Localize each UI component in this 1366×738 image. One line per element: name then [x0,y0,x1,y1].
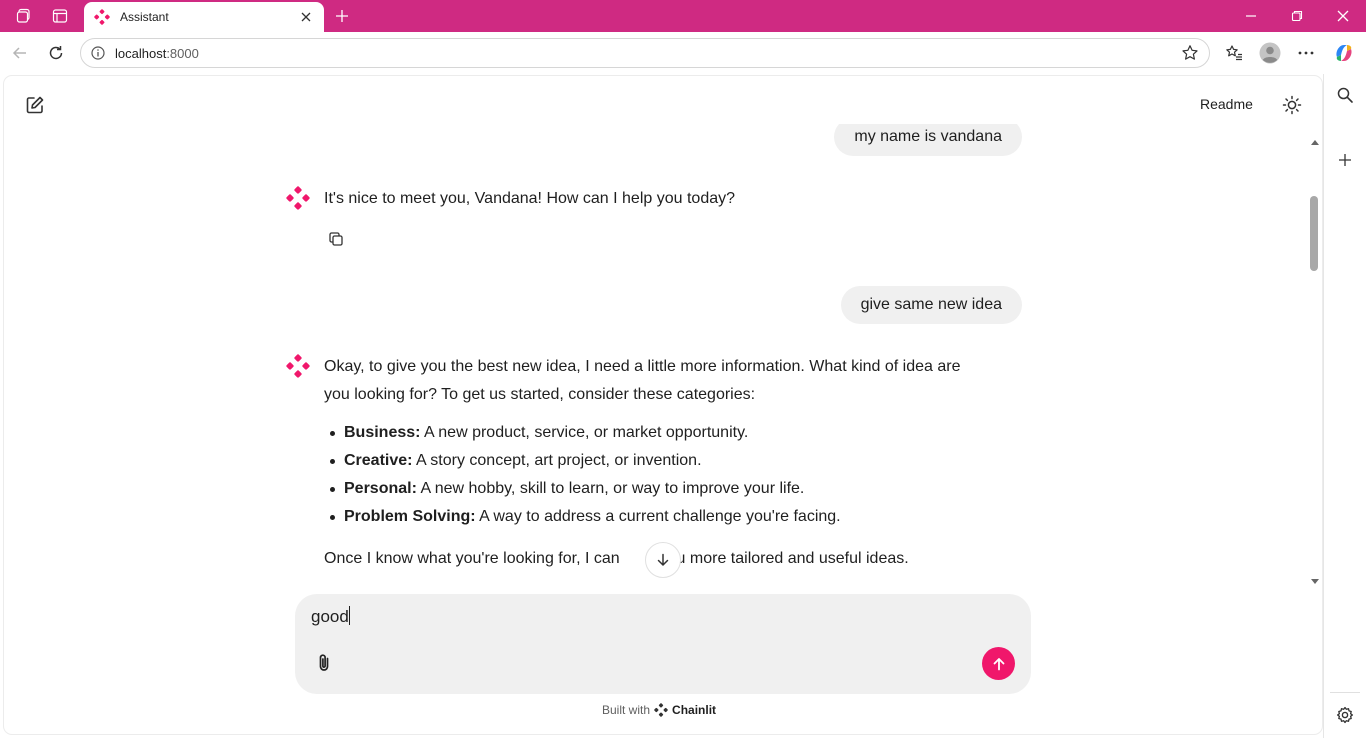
site-info-icon[interactable] [91,46,105,60]
category-desc: A new product, service, or market opport… [420,424,749,441]
category-name: Business: [344,424,421,441]
url-text: localhost:8000 [115,46,1181,61]
profile-avatar-icon[interactable] [1257,40,1283,66]
arrow-down-icon [657,553,669,566]
browser-titlebar: Assistant [0,0,1366,32]
category-name: Problem Solving: [344,508,476,525]
list-item: Personal: A new hobby, skill to learn, o… [324,475,1024,503]
web-page: Readme my name is vandana It's nice to m… [4,76,1322,734]
address-bar[interactable]: localhost:8000 [80,38,1210,68]
more-options-icon[interactable] [1293,40,1319,66]
chainlit-logo-icon [654,703,668,717]
scrollbar-thumb[interactable] [1310,196,1318,271]
assistant-message-line: Okay, to give you the best new idea, I n… [324,358,961,375]
minimize-icon[interactable] [1228,0,1274,32]
tab-title: Assistant [120,10,169,24]
chainlit-favicon-icon [94,9,110,25]
list-item: Creative: A story concept, art project, … [324,447,1024,475]
readme-button[interactable]: Readme [1200,96,1253,112]
close-window-icon[interactable] [1320,0,1366,32]
message-input[interactable]: good [311,606,350,627]
browser-toolbar: localhost:8000 [0,32,1366,74]
message-composer: good [295,594,1031,694]
category-desc: A story concept, art project, or inventi… [412,452,702,469]
user-message: give same new idea [840,286,1022,324]
chainlit-brand-link[interactable]: Chainlit [672,703,716,717]
text-caret [348,606,350,625]
assistant-avatar-icon [286,354,310,378]
chat-thread: my name is vandana It's nice to meet you… [4,124,1304,588]
assistant-message: Okay, to give you the best new idea, I n… [324,353,1024,409]
message-input-value: good [311,607,349,626]
theme-toggle-sun-icon[interactable] [1281,94,1303,116]
list-item: Business: A new product, service, or mar… [324,419,1024,447]
copy-icon[interactable] [327,230,345,248]
category-name: Creative: [344,452,413,469]
workspaces-icon[interactable] [14,6,34,26]
scroll-up-arrow-icon[interactable] [1310,138,1320,146]
new-chat-icon[interactable] [24,94,46,116]
tab-actions-icon[interactable] [50,6,70,26]
assistant-message: It's nice to meet you, Vandana! How can … [324,190,736,207]
url-port: :8000 [166,45,199,61]
browser-sidebar [1323,74,1366,738]
category-desc: A new hobby, skill to learn, or way to i… [416,480,805,497]
assistant-avatar-icon [286,186,310,210]
scroll-to-bottom-button[interactable] [645,542,681,578]
closing-text-after: you more tailored and useful ideas. [659,550,909,567]
favorites-icon[interactable] [1221,40,1247,66]
copy-icon[interactable] [327,586,345,588]
user-message: my name is vandana [834,124,1022,156]
built-with-text: Built with [602,703,651,717]
settings-gear-icon[interactable] [1334,704,1356,726]
restore-icon[interactable] [1274,0,1320,32]
closing-text-before: Once I know what you're looking for, I c… [324,550,620,567]
list-item: Problem Solving: A way to address a curr… [324,503,1024,531]
new-tab-icon[interactable] [332,6,352,26]
favorite-star-icon[interactable] [1181,44,1199,62]
built-with-footer: Built with Chainlit [602,703,716,717]
add-sidebar-app-icon[interactable] [1334,149,1356,171]
copilot-icon[interactable] [1331,40,1357,66]
scroll-down-arrow-icon[interactable] [1310,578,1320,586]
close-tab-icon[interactable] [298,9,314,25]
search-icon[interactable] [1334,84,1356,106]
back-icon[interactable] [7,40,33,66]
category-list: Business: A new product, service, or mar… [324,419,1024,531]
tab-assistant[interactable]: Assistant [84,2,324,32]
send-button[interactable] [982,647,1015,680]
category-name: Personal: [344,480,417,497]
category-desc: A way to address a current challenge you… [475,508,841,525]
assistant-message-line: you looking for? To get us started, cons… [324,386,756,403]
refresh-icon[interactable] [43,40,69,66]
arrow-up-icon [993,657,1004,670]
url-host: localhost [115,45,167,61]
sidebar-divider [1330,692,1360,693]
attach-file-icon[interactable] [313,652,335,674]
